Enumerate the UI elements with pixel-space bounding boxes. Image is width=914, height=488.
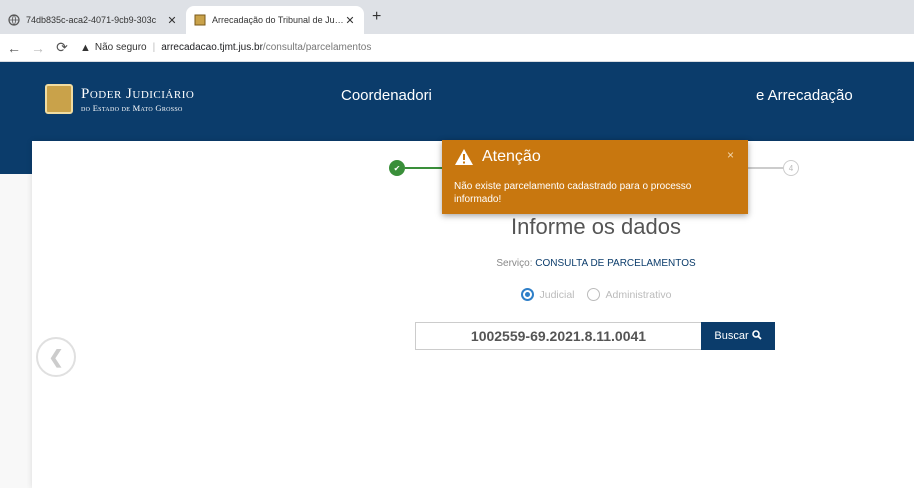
reload-icon[interactable]: ⟳ [52, 39, 72, 56]
close-tab-icon[interactable]: ✕ [166, 14, 178, 27]
tab-label: Arrecadação do Tribunal de Justiça [212, 15, 344, 25]
previous-step-button[interactable]: ❮ [36, 337, 76, 377]
step-1: ✔ [389, 160, 405, 176]
alert-toast: Atenção × Não existe parcelamento cadast… [442, 140, 748, 214]
logo-title: Poder Judiciário [81, 85, 195, 102]
site-logo[interactable]: Poder Judiciário do Estado de Mato Gross… [45, 84, 194, 114]
globe-icon [8, 14, 20, 26]
service-label: Serviço: [496, 258, 533, 269]
chevron-left-icon: ❮ [48, 346, 64, 367]
logo-subtitle: do Estado de Mato Grosso [81, 102, 183, 113]
page-background [0, 174, 32, 488]
close-icon[interactable]: × [727, 148, 734, 162]
service-value: CONSULTA DE PARCELAMENTOS [535, 258, 696, 269]
search-icon [751, 329, 762, 343]
process-number-input[interactable] [415, 322, 701, 350]
back-arrow-icon[interactable]: ← [4, 40, 24, 56]
new-tab-icon[interactable]: + [372, 8, 381, 26]
service-line: Serviço: CONSULTA DE PARCELAMENTOS [420, 258, 772, 269]
tab-label: 74db835c-aca2-4071-9cb9-303c [26, 15, 157, 25]
warning-triangle-icon [455, 149, 473, 165]
radio-judicial[interactable]: Judicial [520, 288, 575, 301]
tab-bar: 74db835c-aca2-4071-9cb9-303c ✕ Arrecadaç… [0, 0, 914, 34]
page: Poder Judiciário do Estado de Mato Gross… [0, 62, 914, 488]
step-4: 4 [783, 160, 799, 176]
toast-message: Não existe parcelamento cadastrado para … [454, 181, 692, 205]
divider: | [152, 42, 156, 53]
browser-tab-2[interactable]: Arrecadação do Tribunal de Justiça ✕ [186, 6, 364, 34]
security-label: Não seguro [94, 42, 147, 53]
menu-item-coordenadoria[interactable]: Coordenadori [341, 87, 432, 104]
search-button-label: Buscar [714, 330, 749, 342]
url-path: /consulta/parcelamentos [262, 42, 372, 53]
address-bar: ← → ⟳ ▲ Não seguro | arrecadacao.tjmt.ju… [0, 34, 914, 62]
url-host: arrecadacao.tjmt.jus.br [161, 42, 263, 53]
forward-arrow-icon[interactable]: → [28, 40, 48, 56]
process-type-radios: Judicial Administrativo [420, 288, 772, 301]
radio-administrativo[interactable]: Administrativo [586, 288, 672, 301]
search-row: Buscar [415, 322, 775, 350]
close-tab-icon[interactable]: ✕ [344, 14, 356, 27]
url-field[interactable]: ▲ Não seguro | arrecadacao.tjmt.jus.br /… [80, 42, 371, 54]
search-button[interactable]: Buscar [701, 322, 775, 350]
browser-tab-1[interactable]: 74db835c-aca2-4071-9cb9-303c ✕ [0, 6, 186, 34]
toast-title: Atenção [482, 148, 541, 165]
radio-admin-label: Administrativo [605, 288, 672, 301]
radio-judicial-label: Judicial [539, 288, 575, 301]
warning-icon: ▲ [80, 41, 91, 54]
menu-item-arrecadacao[interactable]: e Arrecadação [756, 87, 853, 104]
radio-selected-icon [520, 288, 534, 301]
radio-empty-icon [586, 288, 600, 301]
form-title: Informe os dados [511, 214, 681, 239]
crest-icon [45, 84, 73, 114]
court-favicon-icon [194, 14, 206, 26]
